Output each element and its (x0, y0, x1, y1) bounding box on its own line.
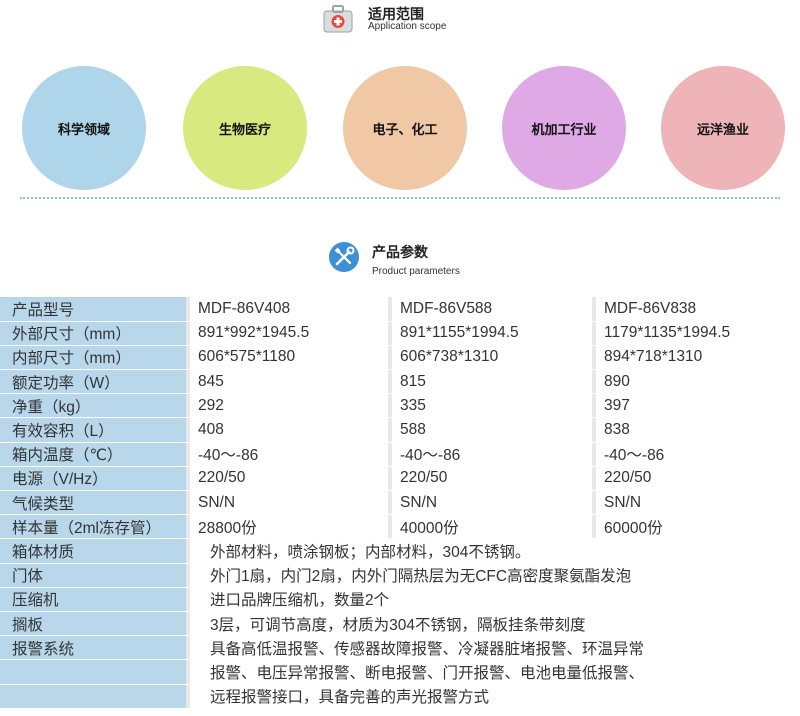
table-row: 净重（kg） 292 335 397 (0, 393, 800, 419)
cell-value: MDF-86V588 (392, 297, 592, 322)
scope-item-electronics-chemical: 电子、化工 (343, 66, 467, 190)
cell-value: 40000份 (392, 514, 592, 540)
table-row: 有效容积（L） 408 588 838 (0, 417, 800, 443)
tools-icon (329, 242, 359, 272)
cell-value: 220/50 (190, 466, 388, 492)
table-row: 报警、电压异常报警、断电报警、门开报警、电池电量低报警、 (0, 659, 800, 685)
cell-value: SN/N (596, 490, 800, 516)
cell-value: 397 (596, 393, 800, 419)
table-row: 气候类型 SN/N SN/N SN/N (0, 490, 800, 516)
row-label: 电源（V/Hz） (0, 466, 186, 492)
row-label: 产品型号 (0, 297, 186, 322)
row-label: 有效容积（L） (0, 417, 186, 443)
alarm-line: 远程报警接口，具备完善的声光报警方式 (190, 684, 800, 709)
table-row: 报警系统 具备高低温报警、传感器故障报警、冷凝器脏堵报警、环温异常 (0, 635, 800, 661)
cell-value: 292 (190, 393, 388, 419)
cell-value: 845 (190, 369, 388, 395)
row-label: 气候类型 (0, 490, 186, 516)
table-row: 产品型号 MDF-86V408 MDF-86V588 MDF-86V838 (0, 297, 800, 322)
row-label: 搁板 (0, 611, 186, 637)
cell-value: -40～-86 (190, 442, 388, 467)
table-row: 搁板 3层，可调节高度，材质为304不锈钢，隔板挂条带刻度 (0, 611, 800, 637)
params-title: 产品参数 (372, 245, 428, 261)
cell-value: 606*738*1310 (392, 345, 592, 371)
cell-value: 606*575*1180 (190, 345, 388, 371)
row-label: 内部尺寸（mm） (0, 345, 186, 371)
table-row: 电源（V/Hz） 220/50 220/50 220/50 (0, 466, 800, 492)
table-row: 远程报警接口，具备完善的声光报警方式 (0, 684, 800, 709)
cell-value: 890 (596, 369, 800, 395)
section-divider (20, 197, 780, 199)
cell-value: 588 (392, 417, 592, 443)
alarm-line: 报警、电压异常报警、断电报警、门开报警、电池电量低报警、 (190, 659, 800, 685)
table-row: 门体 外门1扇，内门2扇，内外门隔热层为无CFC高密度聚氨酯发泡 (0, 563, 800, 588)
cell-value: 28800份 (190, 514, 388, 540)
table-row: 额定功率（W） 845 815 890 (0, 369, 800, 395)
cell-value: 60000份 (596, 514, 800, 540)
table-row: 内部尺寸（mm） 606*575*1180 606*738*1310 894*718*… (0, 345, 800, 371)
cell-value: 838 (596, 417, 800, 443)
cell-value: MDF-86V408 (190, 297, 388, 322)
cell-value: 220/50 (392, 466, 592, 492)
cell-value: SN/N (392, 490, 592, 516)
cell-value: 进口品牌压缩机，数量2个 (190, 587, 800, 612)
cell-value: 3层，可调节高度，材质为304不锈钢，隔板挂条带刻度 (190, 611, 800, 637)
params-subtitle: Product parameters (372, 266, 460, 277)
cell-value: 外门1扇，内门2扇，内外门隔热层为无CFC高密度聚氨酯发泡 (190, 563, 800, 588)
cell-value: -40～-86 (392, 442, 592, 467)
alarm-line: 具备高低温报警、传感器故障报警、冷凝器脏堵报警、环温异常 (190, 635, 800, 661)
cell-value: 894*718*1310 (596, 345, 800, 371)
cell-value: 891*1155*1994.5 (392, 321, 592, 346)
scope-list: 科学领域 生物医疗 电子、化工 机加工行业 远洋渔业 (0, 66, 800, 192)
cell-value: 815 (392, 369, 592, 395)
row-label: 样本量（2ml冻存管） (0, 514, 186, 540)
row-label: 箱内温度（℃） (0, 442, 186, 467)
cell-value: 408 (190, 417, 388, 443)
params-table: 产品型号 MDF-86V408 MDF-86V588 MDF-86V838 外部尺寸（m… (0, 297, 800, 709)
row-label: 外部尺寸（mm） (0, 321, 186, 346)
table-row: 样本量（2ml冻存管） 28800份 40000份 60000份 (0, 514, 800, 540)
medical-kit-icon (323, 5, 353, 33)
table-row: 箱体材质 外部材料，喷涂钢板；内部材料，304不锈钢。 (0, 538, 800, 564)
row-label: 箱体材质 (0, 538, 186, 564)
cell-value: -40～-86 (596, 442, 800, 467)
cell-value: SN/N (190, 490, 388, 516)
row-label: 额定功率（W） (0, 369, 186, 395)
row-label: 压缩机 (0, 587, 186, 612)
row-label: 门体 (0, 563, 186, 588)
scope-item-science: 科学领域 (22, 66, 146, 190)
table-row: 压缩机 进口品牌压缩机，数量2个 (0, 587, 800, 612)
cell-value: 外部材料，喷涂钢板；内部材料，304不锈钢。 (190, 538, 800, 564)
row-label: 净重（kg） (0, 393, 186, 419)
scope-item-biomedical: 生物医疗 (183, 66, 307, 190)
cell-value: 1179*1135*1994.5 (596, 321, 800, 346)
table-row: 箱内温度（℃） -40～-86 -40～-86 -40～-86 (0, 442, 800, 467)
table-row: 外部尺寸（mm） 891*992*1945.5 891*1155*1994.5 117… (0, 321, 800, 346)
cell-value: 891*992*1945.5 (190, 321, 388, 346)
cell-value: 220/50 (596, 466, 800, 492)
scope-item-ocean-fishery: 远洋渔业 (661, 66, 785, 190)
cell-value: 335 (392, 393, 592, 419)
cell-value: MDF-86V838 (596, 297, 800, 322)
scope-item-machining: 机加工行业 (502, 66, 626, 190)
scope-subtitle: Application scope (368, 21, 447, 32)
row-label: 报警系统 (0, 635, 186, 661)
